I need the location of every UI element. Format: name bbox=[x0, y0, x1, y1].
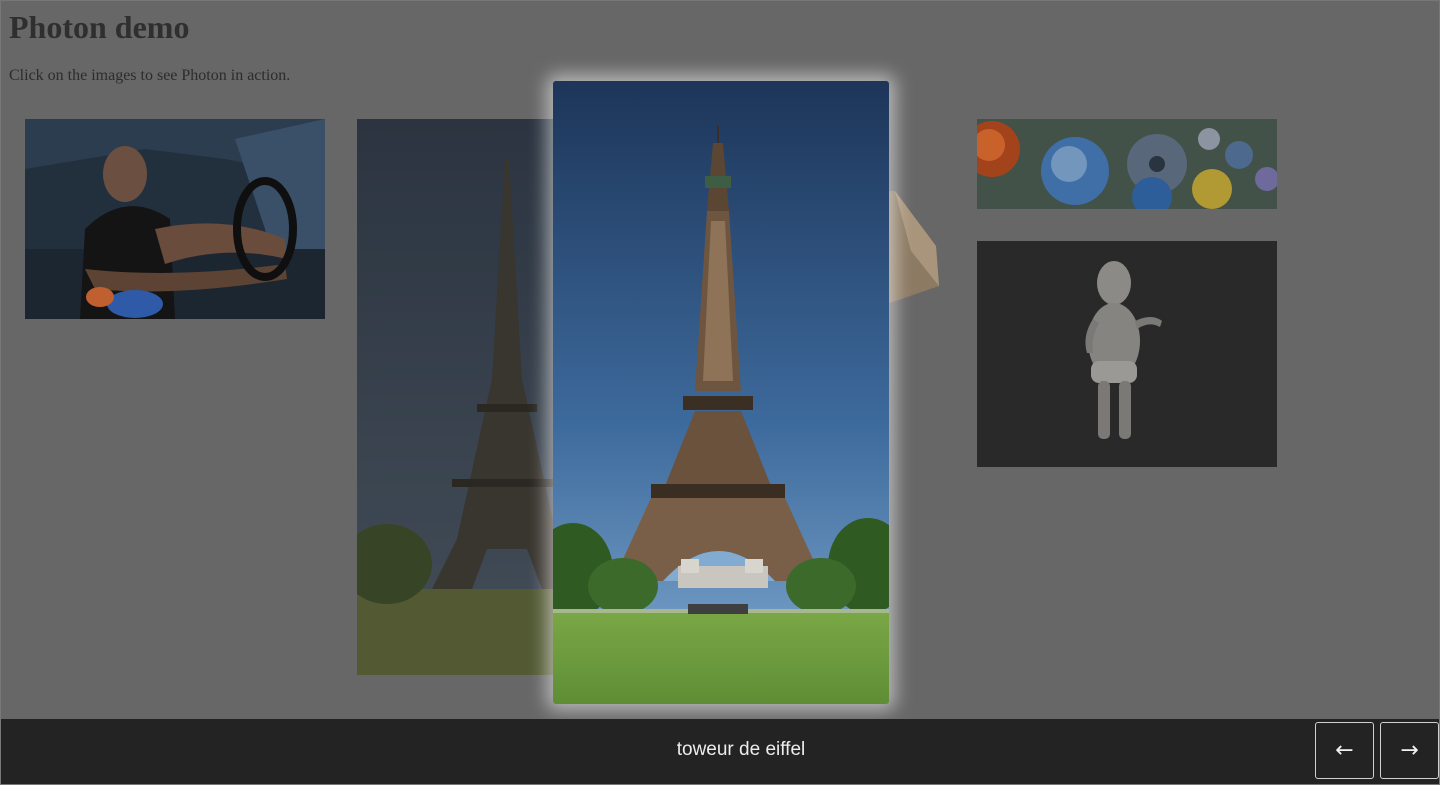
previous-button[interactable]: ← bbox=[1315, 722, 1374, 779]
thumbnail-planets[interactable] bbox=[977, 119, 1277, 209]
planets-photo-image bbox=[977, 119, 1277, 209]
page-title: Photon demo bbox=[9, 9, 190, 45]
arrow-left-icon: ← bbox=[1335, 738, 1354, 763]
driver-photo-image bbox=[25, 119, 325, 319]
thumbnail-driver[interactable] bbox=[25, 119, 325, 319]
thumbnail-baby[interactable] bbox=[977, 241, 1277, 467]
page-subtitle: Click on the images to see Photon in act… bbox=[9, 67, 291, 84]
eiffel-tower-photo bbox=[553, 81, 889, 704]
baby-photo-image bbox=[977, 241, 1277, 467]
flip-transition-panel bbox=[881, 191, 939, 306]
arrow-right-icon: → bbox=[1400, 738, 1419, 763]
next-button[interactable]: → bbox=[1380, 722, 1439, 779]
lightbox-caption: toweur de eiffel bbox=[676, 739, 806, 760]
lightbox-bottom-bar: toweur de eiffel ← → bbox=[1, 719, 1439, 784]
page: Photon demo Click on the images to see P… bbox=[0, 0, 1440, 785]
lightbox-image[interactable] bbox=[553, 81, 889, 704]
